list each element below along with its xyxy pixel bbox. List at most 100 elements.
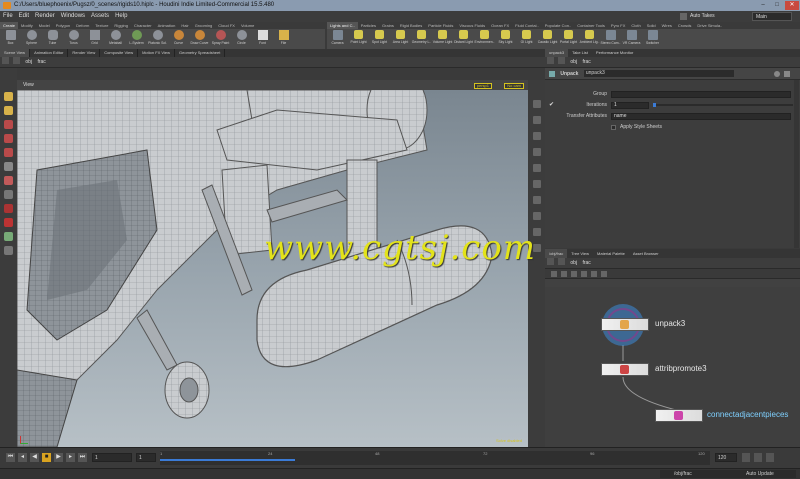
tab-animation-editor[interactable]: Animation Editor	[30, 49, 69, 57]
step-back-icon[interactable]: ◂	[18, 453, 27, 462]
scale-icon[interactable]	[4, 148, 13, 157]
desktop-select[interactable]: Main	[752, 12, 792, 21]
tab-parameters[interactable]: unpack3	[545, 49, 569, 57]
tool-area-light[interactable]: Area Light	[390, 29, 411, 49]
shelf-tab-grooming[interactable]: Grooming	[192, 22, 216, 29]
stop-icon[interactable]: ■	[42, 453, 51, 462]
back-icon[interactable]	[2, 57, 9, 64]
viewer-path-obj[interactable]: obj	[25, 57, 32, 67]
play-icon[interactable]: ▶	[54, 453, 63, 462]
templates-icon[interactable]	[532, 196, 541, 204]
shelf-tab-particle-fluids[interactable]: Particle Fluids	[425, 22, 456, 29]
tool-spray-paint[interactable]: Spray Paint	[210, 29, 231, 49]
tab-scene-view[interactable]: Scene View	[0, 49, 31, 57]
tab-take-list[interactable]: Take List	[568, 49, 592, 57]
shelf-tab-cloudfx[interactable]: Cloud FX	[215, 22, 238, 29]
view-icon[interactable]	[4, 190, 13, 199]
tool-grid[interactable]: Grid	[84, 29, 105, 49]
shelf-tab-particles[interactable]: Particles	[358, 22, 379, 29]
group-field[interactable]	[611, 91, 791, 98]
realtime-toggle-icon[interactable]	[742, 453, 750, 462]
tab-network-view[interactable]: /obj/frac	[545, 249, 568, 258]
shelf-tab-pyro-fx[interactable]: Pyro FX	[608, 22, 628, 29]
shelf-tab-cloth[interactable]: Cloth	[628, 22, 643, 29]
snap-icon[interactable]	[4, 204, 13, 213]
shelf-tab-viscous-fluids[interactable]: Viscous Fluids	[456, 22, 488, 29]
menu-render[interactable]: Render	[32, 11, 58, 22]
tab-geometry-spreadsheet[interactable]: Geometry Spreadsheet	[175, 49, 226, 57]
tool-draw-curve[interactable]: Draw Curve	[189, 29, 210, 49]
auto-update-menu[interactable]: Auto Update	[738, 470, 796, 478]
tool-vr-camera[interactable]: VR Camera	[621, 29, 642, 49]
shelf-tab-character[interactable]: Character	[131, 22, 155, 29]
tool-portal-light[interactable]: Portal Light	[558, 29, 579, 49]
net-tool-icon-6[interactable]	[601, 271, 607, 277]
scene-viewport[interactable]: Solve disabled	[17, 90, 528, 447]
jump-start-icon[interactable]: ⏮	[6, 453, 15, 462]
net-tool-icon-3[interactable]	[571, 271, 577, 277]
net-tool-icon-4[interactable]	[581, 271, 587, 277]
background-icon[interactable]	[532, 212, 541, 220]
shading-icon[interactable]	[532, 132, 541, 140]
shelf-tab-crowds[interactable]: Crowds	[675, 22, 695, 29]
node-connectadjacentpieces[interactable]	[655, 409, 703, 422]
tool-gi-light[interactable]: GI Light	[516, 29, 537, 49]
pose-icon[interactable]	[4, 162, 13, 171]
menu-windows[interactable]: Windows	[58, 11, 88, 22]
status-path[interactable]: /obj/frac	[660, 470, 738, 478]
net-tool-icon-5[interactable]	[591, 271, 597, 277]
parm-path-node[interactable]: frac	[582, 57, 590, 67]
auto-takes-toggle[interactable]	[680, 13, 687, 20]
tool-box[interactable]: Box	[0, 29, 21, 49]
net-tool-icon-1[interactable]	[551, 271, 557, 277]
menu-file[interactable]: File	[0, 11, 16, 22]
help-icon[interactable]	[784, 71, 790, 77]
node-unpack3[interactable]	[601, 318, 649, 331]
shelf-tab-model[interactable]: Model	[36, 22, 53, 29]
current-frame-field[interactable]: 1	[92, 453, 132, 462]
forward-icon[interactable]	[13, 57, 20, 64]
iterations-slider-handle[interactable]	[653, 103, 656, 107]
menu-help[interactable]: Help	[112, 11, 130, 22]
shelf-tab-drive-simulation[interactable]: Drive Simula..	[694, 22, 725, 29]
tab-asset-browser[interactable]: Asset Browser	[629, 249, 663, 258]
tab-tree-view[interactable]: Tree View	[567, 249, 593, 258]
tab-performance-monitor[interactable]: Performance Monitor	[592, 49, 637, 57]
tool-ambient-light[interactable]: Ambient Lig..	[579, 29, 600, 49]
key-icon[interactable]	[766, 453, 774, 462]
net-forward-icon[interactable]	[558, 258, 565, 265]
shelf-tab-hair[interactable]: Hair	[178, 22, 191, 29]
tool-curve[interactable]: Curve	[168, 29, 189, 49]
tab-motion-fx-view[interactable]: Motion FX View	[138, 49, 176, 57]
iterations-slider[interactable]	[653, 104, 793, 106]
tab-render-view[interactable]: Render View	[68, 49, 101, 57]
shelf-tab-rigging[interactable]: Rigging	[111, 22, 131, 29]
tool-platonic[interactable]: Platonic Sol.	[147, 29, 168, 49]
rotate-icon[interactable]	[4, 134, 13, 143]
tool-distant-light[interactable]: Distant Light	[453, 29, 474, 49]
move-icon[interactable]	[4, 120, 13, 129]
select-geometry-icon[interactable]	[4, 106, 13, 115]
transfer-field[interactable]: name	[611, 113, 791, 120]
tool-point-light[interactable]: Point Light	[348, 29, 369, 49]
shelf-tab-populate-containers[interactable]: Populate Con..	[542, 22, 574, 29]
shelf-tab-create[interactable]: Create	[0, 22, 19, 29]
iterations-field[interactable]: 1	[611, 102, 649, 109]
shelf-tab-lights[interactable]: Lights and C..	[327, 22, 358, 29]
shelf-tab-solid[interactable]: Solid	[644, 22, 659, 29]
tool-environment-light[interactable]: Environmen..	[474, 29, 495, 49]
parm-path-obj[interactable]: obj	[570, 57, 577, 67]
tab-material-palette[interactable]: Material Palette	[593, 249, 629, 258]
tool-lsystem[interactable]: L-System	[126, 29, 147, 49]
apply-style-checkbox[interactable]	[611, 125, 616, 130]
shelf-tab-texture[interactable]: Texture	[92, 22, 111, 29]
camera-menu[interactable]: No cam	[504, 83, 524, 89]
tool-font[interactable]: Font	[252, 29, 273, 49]
tool-torus[interactable]: Torus	[63, 29, 84, 49]
tool-metaball[interactable]: Metaball	[105, 29, 126, 49]
points-icon[interactable]	[532, 164, 541, 172]
shelf-tab-fluid-containers[interactable]: Fluid Contai..	[512, 22, 542, 29]
jump-end-icon[interactable]: ⏭	[78, 453, 87, 462]
parm-scrollbar[interactable]	[794, 80, 799, 248]
shelf-tab-rigid-bodies[interactable]: Rigid Bodies	[397, 22, 425, 29]
